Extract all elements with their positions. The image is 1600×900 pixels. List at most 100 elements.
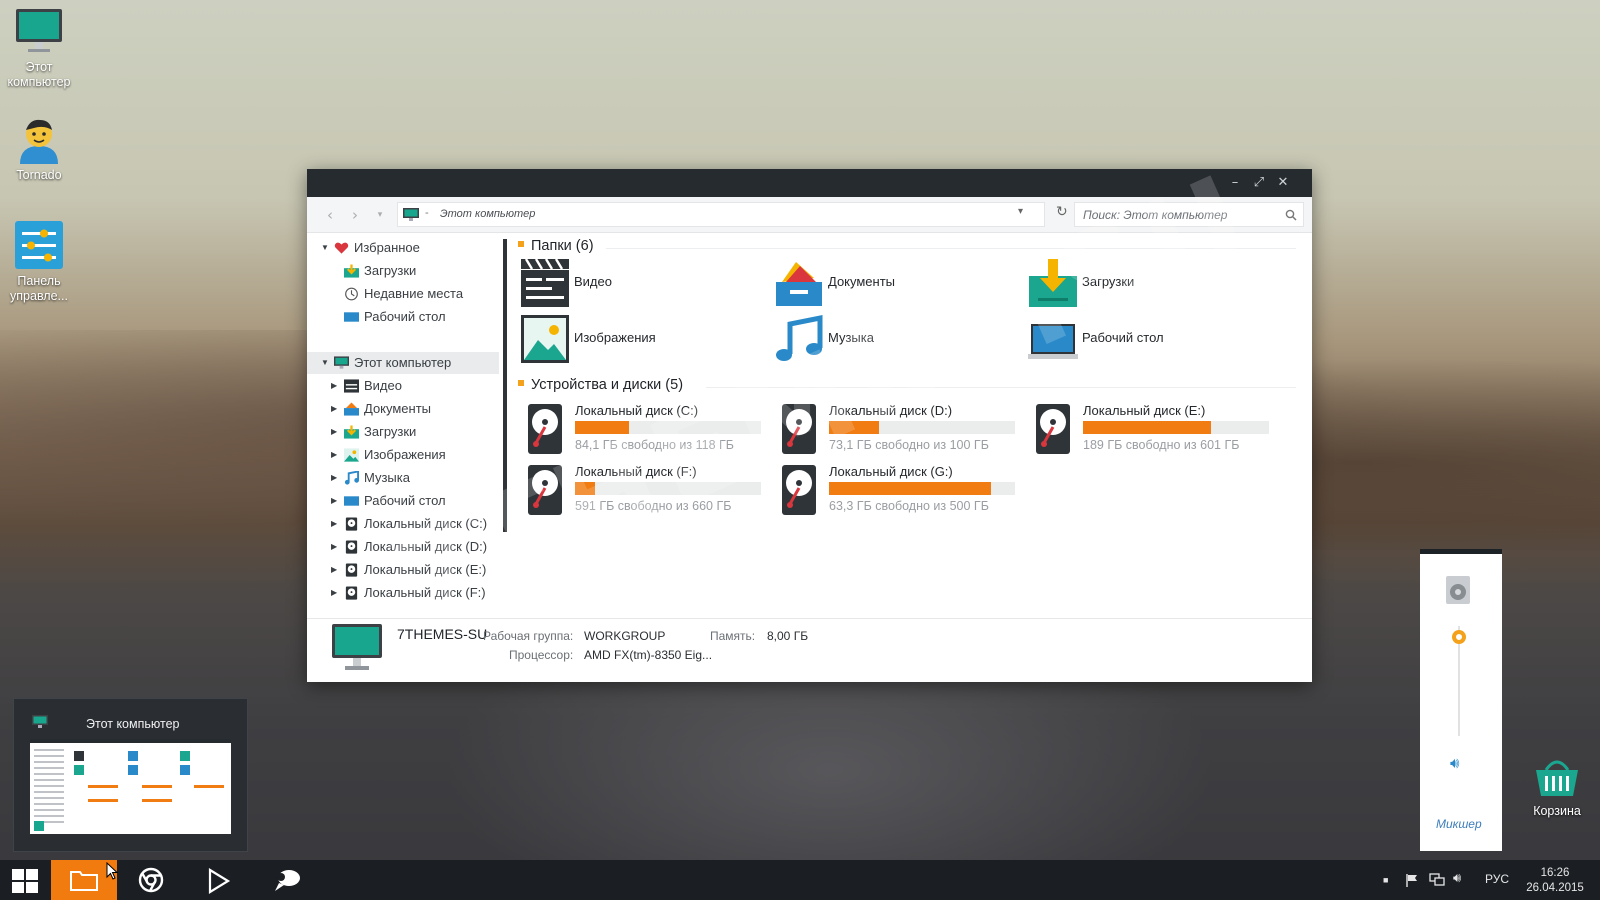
sidebar-item-desktop-2[interactable]: ▶ Рабочий стол bbox=[307, 490, 499, 512]
desktop-icon-tornado[interactable]: Tornado bbox=[0, 114, 78, 183]
recent-locations-button[interactable]: ▾ bbox=[369, 205, 391, 225]
volume-slider-thumb[interactable] bbox=[1452, 630, 1466, 644]
expand-arrow-icon[interactable]: ▶ bbox=[331, 398, 337, 420]
folder-desktop[interactable]: Рабочий стол bbox=[1028, 314, 1268, 366]
drive-usage-fill bbox=[829, 482, 991, 495]
section-title: Устройства и диски (5) bbox=[531, 377, 684, 393]
expand-arrow-icon[interactable]: ▶ bbox=[331, 375, 337, 397]
folders-section-header[interactable]: Папки (6) bbox=[518, 238, 594, 254]
basket-icon bbox=[1532, 756, 1582, 800]
chevron-down-icon[interactable]: ▾ bbox=[1018, 206, 1023, 217]
explorer-window: – ⤢ ✕ ‹ › ▾ - Этот компьютер ▾ ↻ ▼ Избра… bbox=[307, 169, 1312, 682]
folder-downloads[interactable]: Загрузки bbox=[1028, 258, 1268, 310]
network-icon[interactable] bbox=[1429, 873, 1445, 887]
drive-usage-bar bbox=[829, 482, 1015, 495]
sidebar-item-music[interactable]: ▶ Музыка bbox=[307, 467, 499, 489]
sidebar-item-label: Недавние места bbox=[364, 286, 464, 301]
workgroup-value: WORKGROUP bbox=[584, 629, 666, 643]
refresh-icon[interactable]: ↻ bbox=[1056, 204, 1068, 220]
sidebar-item-drive-e[interactable]: ▶ Локальный диск (E:) bbox=[307, 559, 499, 581]
music-icon bbox=[776, 314, 823, 361]
action-center-flag-icon[interactable] bbox=[1405, 873, 1419, 887]
folder-images[interactable]: Изображения bbox=[520, 314, 760, 366]
memory-label: Память: bbox=[710, 629, 756, 643]
hard-drive-icon bbox=[345, 586, 358, 600]
volume-icon[interactable]: 🔊︎ bbox=[1450, 754, 1459, 772]
folder-video[interactable]: Видео bbox=[520, 258, 760, 310]
title-bar[interactable]: – ⤢ ✕ bbox=[307, 169, 1312, 197]
expand-arrow-icon[interactable]: ▶ bbox=[331, 536, 337, 558]
taskbar-thumbnail-preview[interactable]: Этот компьютер bbox=[13, 698, 248, 852]
drive-name: Локальный диск (F:) bbox=[575, 464, 697, 479]
sidebar-item-favorites[interactable]: ▼ Избранное bbox=[307, 237, 499, 259]
taskbar-chrome-button[interactable] bbox=[118, 860, 184, 900]
sidebar-item-downloads[interactable]: Загрузки bbox=[307, 260, 499, 282]
sidebar-item-label: Избранное bbox=[354, 240, 420, 255]
sidebar-item-drive-c[interactable]: ▶ Локальный диск (C:) bbox=[307, 513, 499, 535]
taskbar-chat-button[interactable] bbox=[252, 860, 318, 900]
expand-arrow-icon[interactable]: ▶ bbox=[331, 467, 337, 489]
collapse-arrow-icon[interactable]: ▼ bbox=[321, 237, 329, 259]
sidebar-item-label: Локальный диск (F:) bbox=[364, 585, 486, 600]
expand-arrow-icon[interactable]: ▶ bbox=[331, 513, 337, 535]
language-indicator[interactable]: РУС bbox=[1485, 872, 1509, 886]
search-box[interactable] bbox=[1074, 202, 1304, 227]
drive-tile-g[interactable]: Локальный диск (G:) 63,3 ГБ свободно из … bbox=[781, 464, 1026, 522]
folder-documents[interactable]: Документы bbox=[774, 258, 1014, 310]
sidebar-item-drive-d[interactable]: ▶ Локальный диск (D:) bbox=[307, 536, 499, 558]
chat-bubble-icon bbox=[275, 870, 300, 891]
address-bar[interactable]: - Этот компьютер ▾ ↻ bbox=[397, 202, 1068, 227]
sidebar-item-desktop[interactable]: Рабочий стол bbox=[307, 306, 499, 328]
folder-music[interactable]: Музыка bbox=[774, 314, 1014, 366]
sidebar-item-label: Этот компьютер bbox=[354, 355, 452, 370]
desktop-icon-recycle-bin[interactable]: Корзина bbox=[1518, 756, 1596, 819]
search-icon[interactable] bbox=[1285, 209, 1297, 221]
expand-arrow-icon[interactable]: ▶ bbox=[331, 421, 337, 443]
drive-usage-bar bbox=[1083, 421, 1269, 434]
monitor-icon bbox=[403, 208, 419, 221]
hard-drive-icon bbox=[528, 404, 562, 454]
sidebar-item-drive-f[interactable]: ▶ Локальный диск (F:) bbox=[307, 582, 499, 604]
clock-icon bbox=[345, 287, 358, 301]
desktop-icon-this-pc[interactable]: Этот компьютер bbox=[0, 6, 78, 90]
sidebar-scrollbar[interactable] bbox=[503, 239, 507, 532]
windows-logo-icon bbox=[12, 869, 38, 893]
expand-arrow-icon[interactable]: ▶ bbox=[331, 559, 337, 581]
back-button[interactable]: ‹ bbox=[319, 205, 341, 225]
folder-label: Загрузки bbox=[1082, 274, 1135, 289]
sidebar-item-label: Рабочий стол bbox=[364, 309, 446, 324]
minimize-button[interactable]: – bbox=[1225, 173, 1245, 193]
tray-square-icon[interactable]: ■ bbox=[1383, 875, 1388, 885]
drive-tile-d[interactable]: Локальный диск (D:) 73,1 ГБ свободно из … bbox=[781, 403, 1026, 461]
drive-usage-fill bbox=[575, 421, 629, 434]
drive-tile-c[interactable]: Локальный диск (C:) 84,1 ГБ свободно из … bbox=[527, 403, 772, 461]
drive-tile-f[interactable]: Локальный диск (F:) 591 ГБ свободно из 6… bbox=[527, 464, 772, 522]
drives-section-header[interactable]: Устройства и диски (5) bbox=[518, 377, 683, 393]
clock-time: 16:26 bbox=[1540, 867, 1570, 879]
sidebar-item-video[interactable]: ▶ Видео bbox=[307, 375, 499, 397]
taskbar-media-player-button[interactable] bbox=[185, 860, 251, 900]
expand-arrow-icon[interactable]: ▶ bbox=[331, 582, 337, 604]
sidebar-item-label: Локальный диск (D:) bbox=[364, 539, 488, 554]
sidebar-item-recent-places[interactable]: Недавние места bbox=[307, 283, 499, 305]
expand-arrow-icon[interactable]: ▶ bbox=[331, 444, 337, 466]
mixer-link[interactable]: Микшер bbox=[1436, 817, 1482, 831]
address-path: Этот компьютер bbox=[440, 208, 536, 220]
maximize-button[interactable]: ⤢ bbox=[1249, 173, 1269, 193]
sidebar-item-images[interactable]: ▶ Изображения bbox=[307, 444, 499, 466]
desktop-icon-control-panel[interactable]: Панель управле... bbox=[0, 220, 78, 304]
expand-arrow-icon[interactable]: ▶ bbox=[331, 490, 337, 512]
sidebar-item-downloads-2[interactable]: ▶ Загрузки bbox=[307, 421, 499, 443]
sidebar-item-this-pc[interactable]: ▼ Этот компьютер bbox=[307, 352, 499, 374]
speaker-icon[interactable]: 🔊︎ bbox=[1453, 871, 1461, 886]
search-input[interactable] bbox=[1083, 207, 1278, 223]
forward-button[interactable]: › bbox=[344, 205, 366, 225]
documents-icon bbox=[344, 402, 359, 416]
clock[interactable]: 16:26 26.04.2015 bbox=[1522, 866, 1588, 896]
sidebar-item-documents[interactable]: ▶ Документы bbox=[307, 398, 499, 420]
collapse-arrow-icon[interactable]: ▼ bbox=[321, 352, 329, 374]
downloads-icon bbox=[344, 425, 359, 439]
sidebar-item-label: Локальный диск (E:) bbox=[364, 562, 487, 577]
close-button[interactable]: ✕ bbox=[1273, 173, 1293, 193]
drive-tile-e[interactable]: Локальный диск (E:) 189 ГБ свободно из 6… bbox=[1035, 403, 1280, 461]
